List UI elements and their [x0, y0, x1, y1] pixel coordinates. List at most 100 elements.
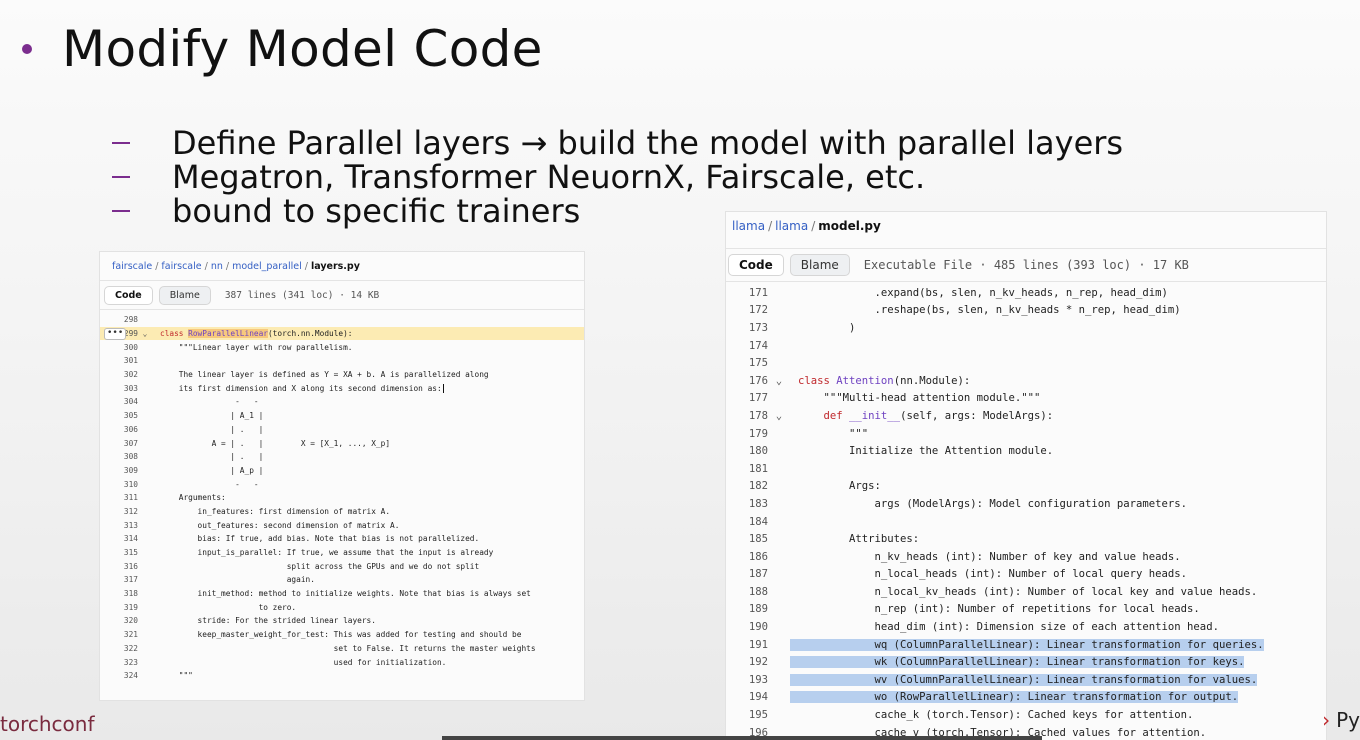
line-number: 179: [748, 427, 768, 440]
breadcrumb-link[interactable]: llama: [775, 219, 808, 233]
code-line: 195 cache_k (torch.Tensor): Cached keys …: [726, 706, 1326, 724]
dash-icon: [112, 142, 130, 144]
line-number: 174: [748, 339, 768, 352]
python-logo: › Py: [1322, 708, 1360, 732]
code-line: 172 .reshape(bs, slen, n_kv_heads * n_re…: [726, 302, 1326, 320]
code-text: to zero.: [160, 602, 297, 612]
code-text: keep_master_weight_for_test: This was ad…: [160, 630, 522, 640]
line-number: 181: [748, 462, 768, 475]
dash-icon: [112, 176, 130, 178]
line-number: 186: [748, 550, 768, 563]
code-line: 318 init_method: method to initialize we…: [100, 587, 584, 601]
code-line: 317 again.: [100, 573, 584, 587]
code-text: again.: [160, 575, 315, 585]
code-text: | A_1 |: [160, 411, 264, 421]
tab-blame[interactable]: Blame: [158, 285, 211, 305]
tab-blame[interactable]: Blame: [789, 254, 850, 276]
code-rest: (nn.Module):: [893, 374, 971, 387]
code-line: 315 input_is_parallel: If true, we assum…: [100, 546, 584, 560]
slide-title-text: Modify Model Code: [62, 20, 543, 78]
line-number: 172: [748, 304, 768, 317]
code-view[interactable]: 171 .expand(bs, slen, n_kv_heads, n_rep,…: [726, 282, 1326, 740]
code-line: 308 | . |: [100, 450, 584, 464]
code-line: 310 - -: [100, 477, 584, 491]
line-number: 321: [123, 630, 138, 640]
breadcrumb: llama / llama / model.py: [732, 219, 881, 233]
code-text: Arguments:: [160, 493, 226, 503]
code-line: 300 """Linear layer with row parallelism…: [100, 340, 584, 354]
code-line: 193 wv (ColumnParallelLinear): Linear tr…: [726, 671, 1326, 689]
breadcrumb-link[interactable]: fairscale: [161, 261, 201, 272]
chevron-down-icon[interactable]: ⌄: [768, 375, 790, 387]
code-keyword: class: [798, 374, 837, 387]
video-progress-bar[interactable]: [442, 736, 1042, 740]
line-number: 318: [123, 589, 138, 599]
code-line: 181: [726, 460, 1326, 478]
line-number: 306: [123, 424, 138, 434]
code-identifier: __init__: [849, 409, 901, 422]
chevron-down-icon[interactable]: ⌄: [138, 329, 152, 338]
file-info: 387 lines (341 loc) · 14 KB: [224, 289, 380, 301]
code-text: """Linear layer with row parallelism.: [160, 342, 353, 352]
tab-code[interactable]: Code: [104, 285, 153, 305]
bullet-text: bound to specific trainers: [172, 192, 581, 230]
breadcrumb-link[interactable]: llama: [732, 219, 765, 233]
line-number: 185: [748, 533, 768, 546]
code-text: """: [160, 671, 193, 681]
code-line: 303 its first dimension and X along its …: [100, 381, 584, 395]
code-line: 176 ⌄ class Attention(nn.Module):: [726, 372, 1326, 390]
chevron-down-icon[interactable]: ⌄: [768, 410, 790, 422]
breadcrumb-file: model.py: [818, 219, 881, 233]
code-line: 177 """Multi-head attention module.""": [726, 390, 1326, 408]
dash-icon: [112, 210, 130, 212]
code-toolbar: Code Blame Executable File · 485 lines (…: [726, 248, 1326, 282]
code-text: ): [798, 321, 856, 334]
code-line: 319 to zero.: [100, 600, 584, 614]
breadcrumb-link[interactable]: model_parallel: [232, 261, 302, 272]
code-line: 179 """: [726, 425, 1326, 443]
code-line: 171 .expand(bs, slen, n_kv_heads, n_rep,…: [726, 284, 1326, 302]
slide-title: Modify Model Code: [22, 14, 543, 84]
code-view[interactable]: 298 ••• 299 ⌄ class RowParallelLinear(torch.…: [100, 310, 584, 683]
code-line: 190 head_dim (int): Dimension size of ea…: [726, 618, 1326, 636]
file-info: Executable File · 485 lines (393 loc) · …: [863, 258, 1189, 272]
code-line: 305 | A_1 |: [100, 409, 584, 423]
bullet-item: Define Parallel layers → build the model…: [112, 124, 1124, 162]
chevron-right-icon: ›: [1322, 708, 1331, 732]
line-number: 311: [123, 493, 138, 503]
code-text: class RowParallelLinear(torch.nn.Module)…: [152, 329, 352, 339]
code-line: 174: [726, 337, 1326, 355]
code-line: 311 Arguments:: [100, 491, 584, 505]
breadcrumb-link[interactable]: nn: [211, 261, 223, 272]
code-text: out_features: second dimension of matrix…: [160, 520, 400, 530]
tab-code[interactable]: Code: [728, 254, 784, 276]
code-text: .reshape(bs, slen, n_kv_heads * n_rep, h…: [798, 304, 1181, 317]
bullet-text: Define Parallel layers → build the model…: [172, 124, 1124, 162]
code-text: wq (ColumnParallelLinear): Linear transf…: [790, 638, 1264, 651]
breadcrumb: fairscale / fairscale / nn / model_parallel…: [112, 260, 360, 272]
line-number: 298: [123, 315, 138, 325]
code-line: 324 """: [100, 669, 584, 683]
code-text: head_dim (int): Dimension size of each a…: [798, 621, 1219, 634]
more-options-icon[interactable]: •••: [104, 327, 127, 340]
code-line: 191 wq (ColumnParallelLinear): Linear tr…: [726, 636, 1326, 654]
code-text: - -: [160, 397, 259, 407]
code-text: args (ModelArgs): Model configuration pa…: [798, 497, 1188, 510]
code-line: 312 in_features: first dimension of matr…: [100, 505, 584, 519]
breadcrumb-link[interactable]: fairscale: [112, 261, 152, 272]
code-line: 321 keep_master_weight_for_test: This wa…: [100, 628, 584, 642]
code-line: ••• 299 ⌄ class RowParallelLinear(torch.nn.…: [100, 326, 584, 341]
code-text: Initialize the Attention module.: [798, 445, 1054, 458]
code-text: bias: If true, add bias. Note that bias …: [160, 534, 480, 544]
line-number: 187: [748, 568, 768, 581]
code-line: 186 n_kv_heads (int): Number of key and …: [726, 548, 1326, 566]
code-text: """: [798, 427, 869, 440]
line-number: 194: [748, 691, 768, 704]
fairscale-code-panel: fairscale / fairscale / nn / model_parallel…: [100, 252, 584, 700]
code-line: 298: [100, 313, 584, 327]
code-line: 192 wk (ColumnParallelLinear): Linear tr…: [726, 653, 1326, 671]
line-number: 175: [748, 357, 768, 370]
code-text: stride: For the strided linear layers.: [160, 616, 376, 626]
line-number: 184: [748, 515, 768, 528]
code-text: Attributes:: [798, 533, 920, 546]
